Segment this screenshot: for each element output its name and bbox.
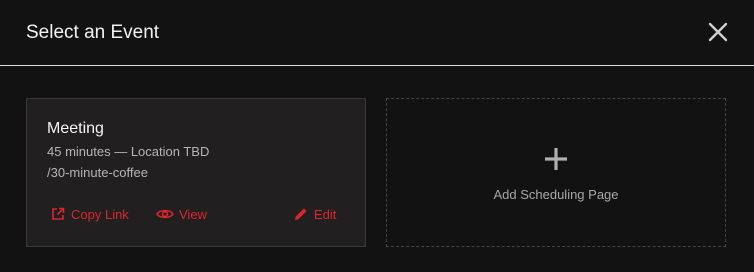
event-meta: 45 minutes — Location TBD: [47, 144, 210, 159]
modal-header: Select an Event: [0, 0, 754, 66]
view-button[interactable]: View: [156, 204, 207, 224]
event-title: Meeting: [47, 120, 104, 137]
add-scheduling-page-label: Add Scheduling Page: [493, 187, 619, 202]
view-label: View: [179, 206, 207, 222]
modal-title: Select an Event: [26, 22, 160, 43]
event-slug: /30-minute-coffee: [47, 165, 148, 180]
close-icon: [708, 22, 728, 42]
copy-link-label: Copy Link: [71, 206, 129, 222]
event-card[interactable]: Meeting 45 minutes — Location TBD /30-mi…: [26, 98, 366, 247]
copy-link-button[interactable]: Copy Link: [50, 204, 129, 224]
external-link-icon: [52, 207, 65, 220]
edit-button[interactable]: Edit: [293, 204, 336, 224]
eye-icon: [156, 209, 174, 219]
close-button[interactable]: [706, 20, 730, 44]
edit-label: Edit: [314, 206, 337, 222]
pencil-icon: [295, 208, 307, 220]
plus-icon: [542, 145, 570, 173]
select-event-modal: Select an Event Meeting 45 minutes — Loc…: [0, 0, 754, 272]
add-scheduling-page-card[interactable]: Add Scheduling Page: [386, 98, 726, 247]
